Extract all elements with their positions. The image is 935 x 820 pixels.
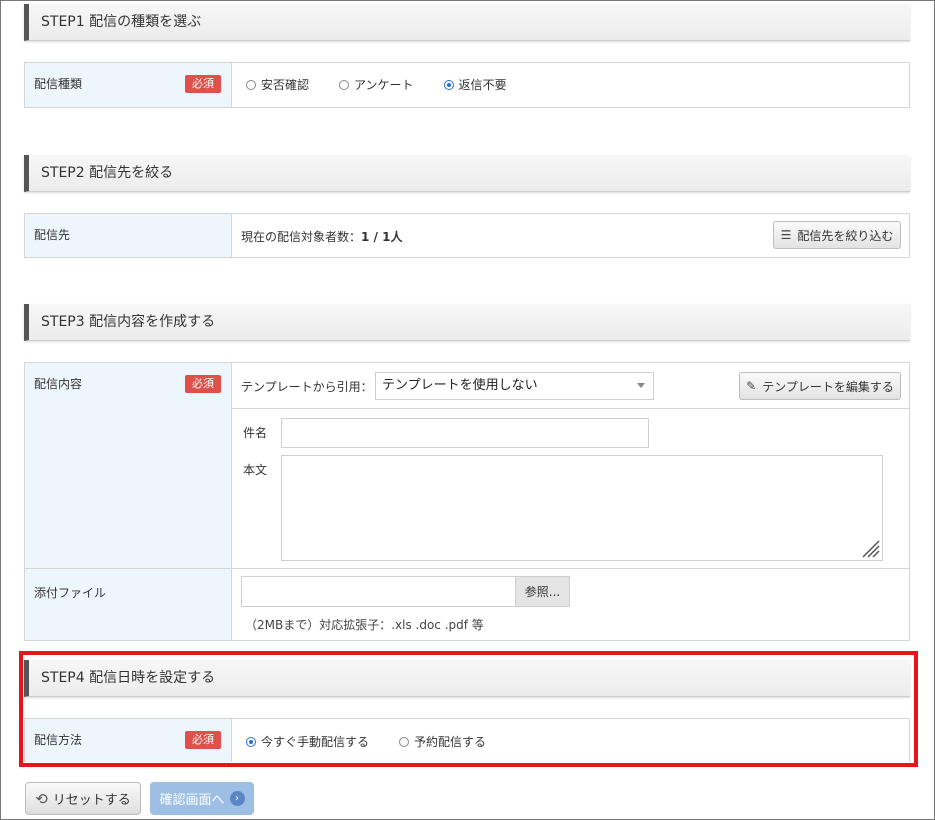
radio-circle-checked[interactable] [443,79,454,90]
browse-label: 参照... [524,585,561,599]
step2-header: STEP2 配信先を絞る [24,155,910,192]
radio-anpi-label: 安否確認 [261,78,310,92]
delivery-type-label-cell: 配信種類 必須 [25,63,232,107]
required-badge: 必須 [185,375,221,393]
attachment-row: 添付ファイル 参照... （2MBまで）対応拡張子：.xls .doc .pdf… [25,568,909,640]
subject-label: 件名 [243,426,268,440]
recipient-count-value: 1 / 1人 [361,230,403,244]
pencil-icon: ✎ [746,379,757,393]
attachment-value-cell: 参照... （2MBまで）対応拡張子：.xls .doc .pdf 等 [232,569,909,640]
template-select-value: テンプレートを使用しない [382,378,538,393]
required-badge: 必須 [185,75,221,93]
list-icon: ☰ [780,228,792,242]
recipients-row: 配信先 現在の配信対象者数：1 / 1人 ☰ 配信先を絞り込む [25,214,909,257]
reset-button[interactable]: ⟲ リセットする [25,782,141,815]
browse-button[interactable]: 参照... [515,576,570,607]
body-textarea[interactable] [281,455,883,561]
step1-header: STEP1 配信の種類を選ぶ [24,4,910,41]
recipient-count: 現在の配信対象者数：1 / 1人 [241,228,402,245]
confirm-label: 確認画面へ [159,793,225,808]
radio-anpi[interactable]: 安否確認 [246,76,309,93]
template-select[interactable]: テンプレートを使用しない [375,372,654,400]
delivery-type-value-cell: 安否確認 アンケート 返信不要 [232,63,909,107]
radio-circle-unchecked[interactable] [339,79,350,90]
template-label: テンプレートから引用： [241,380,373,394]
resize-handle-icon[interactable] [858,536,880,558]
step1-title: STEP1 配信の種類を選ぶ [41,14,202,30]
attachment-file-input[interactable] [241,576,517,607]
delivery-type-row: 配信種類 必須 安否確認 アンケート 返信不要 [25,63,909,107]
step3-header: STEP3 配信内容を作成する [24,304,910,341]
step2-table: 配信先 現在の配信対象者数：1 / 1人 ☰ 配信先を絞り込む [24,213,910,258]
content-row: 配信内容 必須 テンプレートから引用： テンプレートを使用しない ✎ テンプレー… [25,363,909,568]
reset-label: リセットする [52,793,131,808]
radio-survey-label: アンケート [354,78,414,92]
edit-template-label: テンプレートを編集する [762,379,894,394]
step3-title: STEP3 配信内容を作成する [41,314,216,330]
recipients-label-cell: 配信先 [25,214,232,257]
radio-no-reply[interactable]: 返信不要 [443,76,507,93]
edit-template-button[interactable]: ✎ テンプレートを編集する [739,372,901,400]
reset-icon: ⟲ [35,789,48,808]
radio-survey[interactable]: アンケート [339,76,414,93]
radio-no-reply-label: 返信不要 [458,78,507,92]
recipient-count-label: 現在の配信対象者数： [241,230,362,244]
content-value-cell: テンプレートから引用： テンプレートを使用しない ✎ テンプレートを編集する 件… [232,363,909,568]
confirm-button[interactable]: 確認画面へ › [150,782,254,815]
subject-input[interactable] [281,418,649,448]
content-label-cell: 配信内容 必須 [25,363,232,568]
body-label: 本文 [243,463,268,477]
step1-table: 配信種類 必須 安否確認 アンケート 返信不要 [24,62,910,108]
chevron-down-icon [637,383,645,388]
delivery-type-radio-group: 安否確認 アンケート 返信不要 [246,76,537,93]
step4-highlight-frame [19,651,918,767]
content-label: 配信内容 [34,377,83,391]
step3-table: 配信内容 必須 テンプレートから引用： テンプレートを使用しない ✎ テンプレー… [24,362,910,641]
attachment-label-cell: 添付ファイル [25,569,232,640]
step2-title: STEP2 配信先を絞る [41,165,174,181]
chevron-right-icon: › [229,791,245,806]
recipients-value-cell: 現在の配信対象者数：1 / 1人 ☰ 配信先を絞り込む [232,214,909,257]
recipients-label: 配信先 [34,228,71,242]
delivery-type-label: 配信種類 [34,77,83,91]
filter-recipients-button[interactable]: ☰ 配信先を絞り込む [773,221,901,249]
radio-circle-unchecked[interactable] [246,79,256,90]
filter-recipients-label: 配信先を絞り込む [797,228,894,243]
attachment-label: 添付ファイル [34,586,107,600]
template-bar: テンプレートから引用： テンプレートを使用しない ✎ テンプレートを編集する [232,363,909,409]
attachment-note: （2MBまで）対応拡張子：.xls .doc .pdf 等 [245,618,484,632]
